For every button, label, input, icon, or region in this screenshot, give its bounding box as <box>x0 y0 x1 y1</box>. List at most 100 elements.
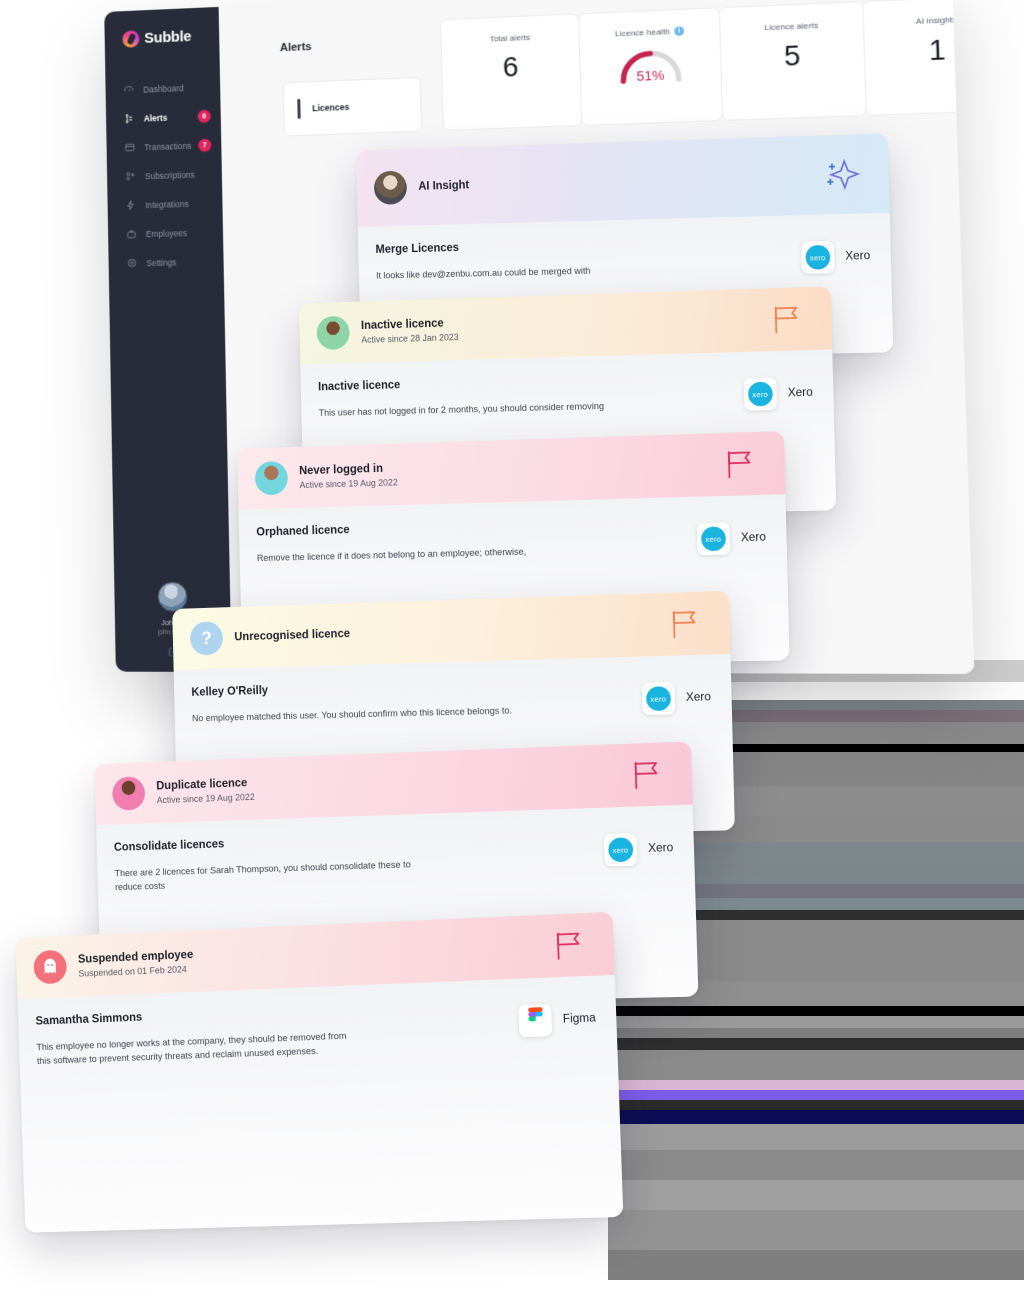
app-name: Figma <box>562 1012 596 1026</box>
app-name: Xero <box>740 531 767 545</box>
card-header-texts: Never logged in Active since 19 Aug 2022 <box>299 462 398 490</box>
app-name: Xero <box>647 842 674 856</box>
card-subtitle: Active since 28 Jan 2023 <box>361 331 459 345</box>
stat-label-wrap: Licence health i <box>615 26 684 38</box>
stat-card-licence-health[interactable]: Licence health i 51% <box>578 7 724 127</box>
card-subtitle: Active since 19 Aug 2022 <box>156 791 255 805</box>
card-body-title: Inactive licence <box>317 379 401 394</box>
card-body-title: Consolidate licences <box>113 838 225 854</box>
app-chip: xero Xero <box>800 240 871 274</box>
sidebar-label: Subscriptions <box>144 169 195 181</box>
card-header-texts: Suspended employee Suspended on 01 Feb 2… <box>78 949 194 979</box>
stat-card-total-alerts[interactable]: Total alerts 6 <box>440 13 583 131</box>
subscriptions-icon <box>126 172 135 181</box>
stat-value: 1 <box>928 34 947 67</box>
sidebar-item-subscriptions[interactable]: Subscriptions <box>107 159 222 192</box>
card-title: Duplicate licence <box>156 776 248 792</box>
card-body-desc: It looks like dev@zenbu.com.au could be … <box>376 265 591 281</box>
stat-value: 6 <box>502 51 519 83</box>
sidebar-item-transactions[interactable]: Transactions 7 <box>106 130 221 163</box>
app-chip: xero Xero <box>696 521 767 556</box>
flag-icon <box>769 303 805 335</box>
avatar <box>156 581 188 613</box>
app-chip: xero Xero <box>641 681 712 716</box>
sidebar-item-settings[interactable]: Settings <box>108 246 223 278</box>
card-body-desc: This employee no longer works at the com… <box>36 1030 347 1067</box>
flag-icon <box>723 448 759 480</box>
flag-icon <box>668 608 704 640</box>
app-name: Xero <box>685 691 712 705</box>
page-title: Alerts <box>279 40 312 55</box>
sidebar-item-integrations[interactable]: Integrations <box>107 188 222 221</box>
app-name: Xero <box>845 249 871 263</box>
avatar <box>316 315 350 351</box>
xero-icon: xero <box>603 832 638 867</box>
alert-card-suspended-employee[interactable]: Suspended employee Suspended on 01 Feb 2… <box>15 911 624 1233</box>
card-title: Never logged in <box>299 462 384 477</box>
brand-logo[interactable]: Subble <box>104 7 219 49</box>
alerts-badge: 6 <box>197 109 211 123</box>
sidebar-label: Settings <box>146 256 177 268</box>
app-chip: xero Xero <box>743 376 813 411</box>
sidebar-label: Dashboard <box>143 82 184 95</box>
card-header: AI Insight <box>355 133 890 227</box>
transactions-icon <box>125 143 135 152</box>
card-body-title: Merge Licences <box>375 242 460 256</box>
figma-icon <box>518 1003 553 1038</box>
xero-icon: xero <box>743 377 777 411</box>
avatar <box>373 170 408 205</box>
tab-licences[interactable]: Licences <box>282 76 423 137</box>
stat-label: Total alerts <box>489 32 531 44</box>
xero-icon: xero <box>800 240 835 274</box>
card-body-title: Kelley O'Reilly <box>191 684 269 699</box>
app-name: Xero <box>787 386 813 400</box>
stat-card-ai-insights[interactable]: AI insights 1 <box>862 0 975 116</box>
card-header-texts: Unrecognised licence <box>234 628 350 643</box>
card-title: Inactive licence <box>360 317 444 332</box>
transactions-badge: 7 <box>198 138 212 152</box>
sidebar-label: Transactions <box>144 140 192 152</box>
flag-icon <box>629 759 665 791</box>
app-chip: Figma <box>518 1002 596 1038</box>
card-title: Suspended employee <box>77 948 194 966</box>
ai-sparkle-icon <box>821 157 863 193</box>
card-body-desc: No employee matched this user. You shoul… <box>191 705 513 724</box>
gauge-value: 51% <box>636 67 665 84</box>
sidebar-label: Employees <box>145 227 187 239</box>
app-chip: xero Xero <box>603 832 674 867</box>
card-title: AI Insight <box>418 179 470 193</box>
stat-card-licence-alerts[interactable]: Licence alerts 5 <box>718 1 867 122</box>
settings-icon <box>127 258 136 268</box>
sidebar-label: Alerts <box>143 112 168 124</box>
stat-label: AI insights <box>915 14 957 27</box>
card-body-desc: There are 2 licences for Sarah Thompson,… <box>114 859 411 893</box>
sidebar-nav: Dashboard Alerts 6 Transactions 7 Subscr… <box>105 72 223 278</box>
employees-icon <box>127 230 136 239</box>
stat-label: Licence alerts <box>764 20 819 33</box>
card-subtitle: Active since 19 Aug 2022 <box>299 476 398 490</box>
info-icon[interactable]: i <box>673 26 684 36</box>
card-header-texts: AI Insight <box>418 179 469 192</box>
card-subtitle: Suspended on 01 Feb 2024 <box>78 963 187 979</box>
stats-row: Total alerts 6 Licence health i 51% Lice… <box>440 0 975 131</box>
alerts-icon <box>125 114 133 124</box>
screenshot-root: Subble Dashboard Alerts 6 Transactions 7 <box>0 0 1024 1313</box>
sidebar-item-alerts[interactable]: Alerts 6 <box>106 101 221 134</box>
xero-icon: xero <box>696 522 731 556</box>
flag-icon <box>552 929 588 961</box>
xero-icon: xero <box>641 681 676 716</box>
subble-logo-icon <box>122 30 140 48</box>
sidebar-item-employees[interactable]: Employees <box>108 217 223 249</box>
tab-indicator <box>297 98 301 119</box>
card-title: Unrecognised licence <box>234 628 351 644</box>
question-mark-icon: ? <box>189 621 224 656</box>
card-header-texts: Duplicate licence Active since 19 Aug 20… <box>156 777 255 805</box>
card-body-desc: This user has not logged in for 2 months… <box>318 400 605 418</box>
stat-value: 5 <box>783 40 801 72</box>
sidebar-label: Integrations <box>145 198 189 210</box>
brand-name: Subble <box>144 28 192 47</box>
card-body-title: Orphaned licence <box>256 524 350 539</box>
sidebar-item-dashboard[interactable]: Dashboard <box>105 72 220 105</box>
gauge-icon <box>124 86 134 92</box>
stat-label: Licence health <box>614 26 670 39</box>
